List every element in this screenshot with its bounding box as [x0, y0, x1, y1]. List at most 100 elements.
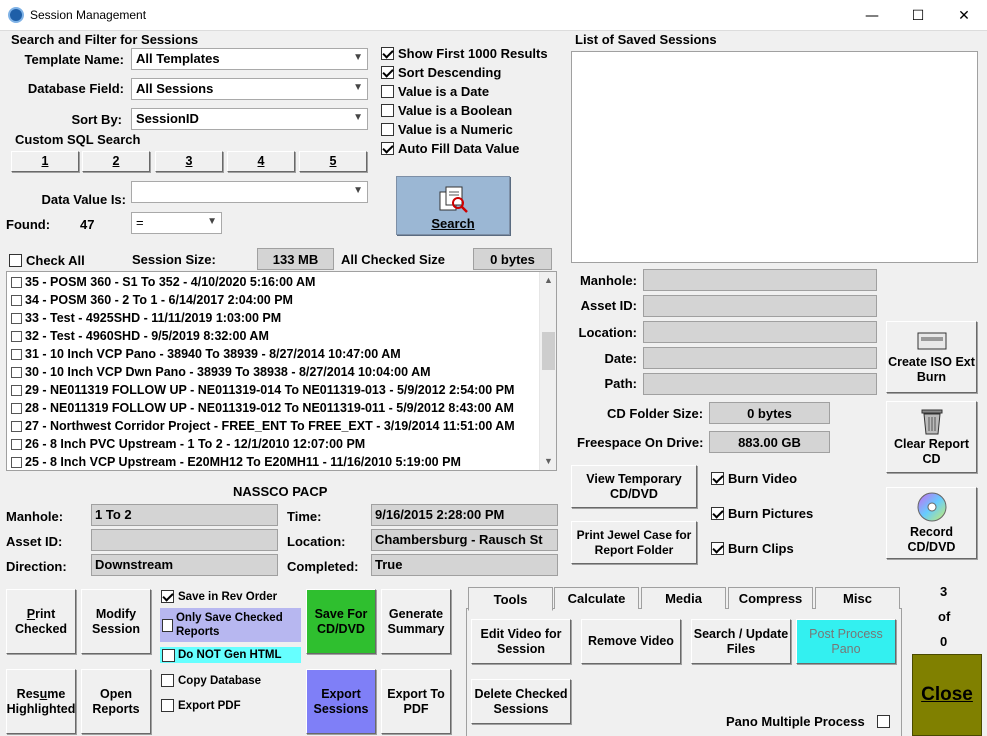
- checkbox[interactable]: [11, 366, 22, 378]
- checkbox[interactable]: [381, 85, 394, 98]
- list-item[interactable]: 33 - Test - 4925SHD - 11/11/2019 1:03:00…: [7, 309, 556, 327]
- clear-report-cd-button[interactable]: Clear Report CD: [886, 401, 977, 473]
- remove-video-button[interactable]: Remove Video: [581, 619, 681, 664]
- checkbox[interactable]: [11, 312, 22, 324]
- checkbox[interactable]: [162, 618, 173, 632]
- close-button[interactable]: Close: [912, 654, 982, 736]
- checkbox[interactable]: [876, 715, 890, 728]
- sql-button-2[interactable]: 2: [82, 151, 150, 172]
- generate-summary-button[interactable]: Generate Summary: [381, 589, 451, 654]
- view-temporary-cd-button[interactable]: View Temporary CD/DVD: [571, 465, 697, 508]
- sortby-select[interactable]: SessionID ▼: [131, 108, 368, 130]
- export-sessions-button[interactable]: Export Sessions: [306, 669, 376, 734]
- scrollbar[interactable]: ▲ ▼: [539, 272, 556, 470]
- checkbox[interactable]: [381, 123, 394, 136]
- option-value-numeric[interactable]: Value is a Numeric: [381, 122, 548, 137]
- save-for-cd-button[interactable]: Save For CD/DVD: [306, 589, 376, 654]
- open-reports-button[interactable]: Open Reports: [81, 669, 151, 734]
- list-item[interactable]: 28 - NE011319 FOLLOW UP - NE011319-012 T…: [7, 399, 556, 417]
- tab-calculate[interactable]: Calculate: [554, 587, 639, 609]
- save-rev-order-option[interactable]: Save in Rev Order: [161, 590, 277, 603]
- search-button[interactable]: Search: [396, 176, 510, 235]
- window-title: Session Management: [30, 8, 147, 22]
- checkbox[interactable]: [161, 699, 174, 712]
- checkbox[interactable]: [11, 420, 22, 432]
- option-show-first-1000[interactable]: Show First 1000 Results: [381, 46, 548, 61]
- burn-pictures-option[interactable]: Burn Pictures: [711, 506, 813, 521]
- option-value-boolean[interactable]: Value is a Boolean: [381, 103, 548, 118]
- close-window-button[interactable]: ✕: [941, 0, 987, 31]
- list-item[interactable]: 26 - 8 Inch PVC Upstream - 1 To 2 - 12/1…: [7, 435, 556, 453]
- burn-video-option[interactable]: Burn Video: [711, 471, 797, 486]
- pano-multiple-process-option[interactable]: Pano Multiple Process: [726, 714, 890, 729]
- scroll-thumb[interactable]: [542, 332, 555, 370]
- search-update-files-button[interactable]: Search / Update Files: [691, 619, 791, 664]
- checkbox[interactable]: [381, 142, 394, 155]
- resume-highlighted-button[interactable]: Resume Highlighted: [6, 669, 76, 734]
- sql-button-5[interactable]: 5: [299, 151, 367, 172]
- list-item[interactable]: 29 - NE011319 FOLLOW UP - NE011319-014 T…: [7, 381, 556, 399]
- edit-video-button[interactable]: Edit Video for Session: [471, 619, 571, 664]
- option-sort-descending[interactable]: Sort Descending: [381, 65, 548, 80]
- burn-clips-option[interactable]: Burn Clips: [711, 541, 794, 556]
- print-jewel-case-button[interactable]: Print Jewel Case for Report Folder: [571, 521, 697, 564]
- checkbox[interactable]: [11, 294, 22, 306]
- checkbox[interactable]: [711, 542, 724, 555]
- print-checked-button[interactable]: Print Checked: [6, 589, 76, 654]
- list-item[interactable]: 25 - 8 Inch VCP Upstream - E20MH12 To E2…: [7, 453, 556, 470]
- list-item[interactable]: 31 - 10 Inch VCP Pano - 38940 To 38939 -…: [7, 345, 556, 363]
- checkbox[interactable]: [11, 438, 22, 450]
- checkbox[interactable]: [162, 648, 175, 662]
- template-select[interactable]: All Templates ▼: [131, 48, 368, 70]
- sql-button-3[interactable]: 3: [155, 151, 223, 172]
- option-auto-fill[interactable]: Auto Fill Data Value: [381, 141, 548, 156]
- post-process-pano-button[interactable]: Post Process Pano: [796, 619, 896, 664]
- checkbox[interactable]: [711, 507, 724, 520]
- checkbox[interactable]: [11, 276, 22, 288]
- do-not-gen-html-option[interactable]: Do NOT Gen HTML: [160, 647, 301, 663]
- tab-tools[interactable]: Tools: [468, 587, 553, 611]
- checkbox[interactable]: [711, 472, 724, 485]
- checkbox[interactable]: [381, 47, 394, 60]
- minimize-button[interactable]: —: [849, 0, 895, 31]
- checkbox[interactable]: [11, 456, 22, 468]
- sql-button-1[interactable]: 1: [11, 151, 79, 172]
- scroll-up-icon[interactable]: ▲: [544, 275, 553, 285]
- only-save-checked-option[interactable]: Only Save Checked Reports: [160, 608, 301, 642]
- checkbox[interactable]: [161, 590, 174, 603]
- checkbox[interactable]: [11, 330, 22, 342]
- tab-misc[interactable]: Misc: [815, 587, 900, 609]
- tab-compress[interactable]: Compress: [728, 587, 813, 609]
- list-item[interactable]: 32 - Test - 4960SHD - 9/5/2019 8:32:00 A…: [7, 327, 556, 345]
- list-item[interactable]: 30 - 10 Inch VCP Dwn Pano - 38939 To 389…: [7, 363, 556, 381]
- maximize-button[interactable]: ☐: [895, 0, 941, 31]
- tab-media[interactable]: Media: [641, 587, 726, 609]
- option-value-date[interactable]: Value is a Date: [381, 84, 548, 99]
- list-item[interactable]: 35 - POSM 360 - S1 To 352 - 4/10/2020 5:…: [7, 273, 556, 291]
- checkbox[interactable]: [161, 674, 174, 687]
- saved-sessions-list[interactable]: [571, 51, 978, 263]
- modify-session-button[interactable]: Modify Session: [81, 589, 151, 654]
- list-item[interactable]: 27 - Northwest Corridor Project - FREE_E…: [7, 417, 556, 435]
- checkbox[interactable]: [381, 66, 394, 79]
- list-item[interactable]: 34 - POSM 360 - 2 To 1 - 6/14/2017 2:04:…: [7, 291, 556, 309]
- checkbox[interactable]: [9, 254, 22, 267]
- datavalue-combo[interactable]: ▼: [131, 181, 368, 203]
- checkbox[interactable]: [11, 384, 22, 396]
- copy-database-option[interactable]: Copy Database: [161, 674, 261, 687]
- counter-of: of: [938, 609, 951, 624]
- export-to-pdf-button[interactable]: Export To PDF: [381, 669, 451, 734]
- scroll-down-icon[interactable]: ▼: [544, 456, 553, 466]
- operator-select[interactable]: = ▼: [131, 212, 222, 234]
- checkbox[interactable]: [11, 402, 22, 414]
- create-iso-button[interactable]: Create ISO Ext Burn: [886, 321, 977, 393]
- sessions-list[interactable]: 35 - POSM 360 - S1 To 352 - 4/10/2020 5:…: [6, 271, 557, 471]
- delete-checked-sessions-button[interactable]: Delete Checked Sessions: [471, 679, 571, 724]
- sql-button-4[interactable]: 4: [227, 151, 295, 172]
- checkbox[interactable]: [11, 348, 22, 360]
- export-pdf-option[interactable]: Export PDF: [161, 699, 241, 712]
- checkbox[interactable]: [381, 104, 394, 117]
- check-all[interactable]: Check All: [9, 253, 85, 268]
- record-cd-button[interactable]: Record CD/DVD: [886, 487, 977, 559]
- dbfield-select[interactable]: All Sessions ▼: [131, 78, 368, 100]
